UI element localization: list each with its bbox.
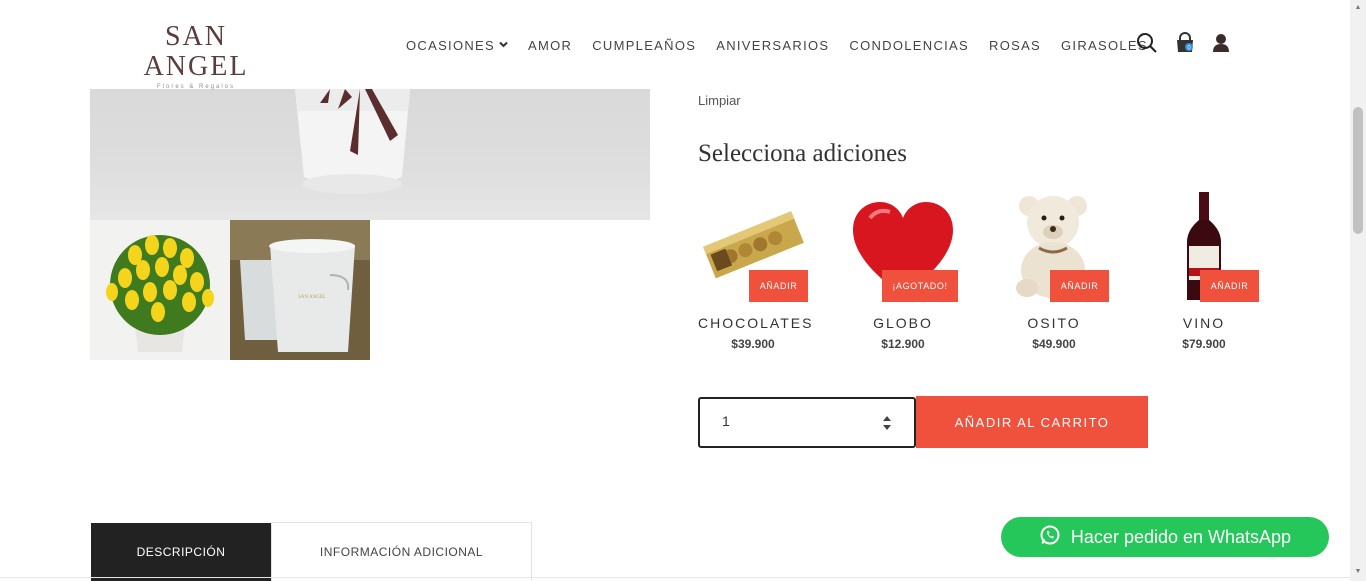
main-nav: OCASIONES AMOR CUMPLEAÑOS ANIVERSARIOS C… bbox=[406, 38, 1168, 53]
whatsapp-icon bbox=[1039, 524, 1061, 551]
nav-item-girasoles[interactable]: GIRASOLES bbox=[1061, 38, 1148, 53]
addon-add-button-osito[interactable]: AÑADIR bbox=[1050, 270, 1109, 302]
user-icon[interactable] bbox=[1210, 32, 1232, 54]
nav-item-rosas[interactable]: ROSAS bbox=[989, 38, 1041, 53]
addon-add-button-vino[interactable]: AÑADIR bbox=[1200, 270, 1259, 302]
addon-item-globo: ¡AGOTADO! GLOBO $12.900 bbox=[848, 190, 978, 351]
chevron-down-icon bbox=[499, 40, 508, 51]
addon-name: OSITO bbox=[1027, 315, 1081, 331]
nav-item-ocasiones[interactable]: OCASIONES bbox=[406, 38, 508, 53]
logo-tagline: Flores & Regalos bbox=[156, 84, 236, 90]
product-page: SAN ANGEL Flores & Regalos OCASIONES AMO… bbox=[0, 0, 1366, 581]
spin-arrows-icon[interactable] bbox=[882, 414, 892, 432]
logo-text: SAN ANGEL bbox=[143, 21, 249, 82]
nav-item-label: OCASIONES bbox=[406, 38, 495, 53]
nav-item-cumpleanos[interactable]: CUMPLEAÑOS bbox=[592, 38, 696, 53]
search-icon[interactable] bbox=[1136, 32, 1158, 54]
addon-item-chocolates: AÑADIR CHOCOLATES $39.900 bbox=[698, 190, 828, 351]
shopping-bag-icon[interactable]: 0 bbox=[1174, 32, 1196, 54]
nav-item-condolencias[interactable]: CONDOLENCIAS bbox=[849, 38, 969, 53]
quantity-value: 1 bbox=[722, 413, 730, 429]
addon-image-chocolates[interactable]: AÑADIR bbox=[698, 190, 808, 302]
addon-price: $39.900 bbox=[731, 337, 775, 351]
addon-image-globo[interactable]: ¡AGOTADO! bbox=[848, 190, 958, 302]
addon-name: GLOBO bbox=[873, 315, 933, 331]
whatsapp-label: Hacer pedido en WhatsApp bbox=[1070, 526, 1292, 547]
whatsapp-order-button[interactable]: Hacer pedido en WhatsApp bbox=[1001, 517, 1329, 557]
addon-sold-out-button-globo[interactable]: ¡AGOTADO! bbox=[882, 270, 958, 302]
tab-informacion-adicional[interactable]: INFORMACIÓN ADICIONAL bbox=[271, 522, 532, 581]
divider bbox=[0, 577, 1350, 578]
nav-item-amor[interactable]: AMOR bbox=[528, 38, 572, 53]
svg-text:SAN ANGEL: SAN ANGEL bbox=[298, 295, 326, 300]
addon-name: VINO bbox=[1182, 315, 1226, 331]
addon-item-vino: AÑADIR VINO $79.900 bbox=[1149, 190, 1279, 351]
nav-item-aniversarios[interactable]: ANIVERSARIOS bbox=[716, 38, 829, 53]
page-scrollbar[interactable]: ▲ ▼ bbox=[1350, 0, 1366, 581]
scroll-up-icon[interactable]: ▲ bbox=[1354, 4, 1362, 12]
product-thumbnail-2[interactable]: SAN ANGEL bbox=[230, 220, 370, 360]
addon-price: $49.900 bbox=[1032, 337, 1076, 351]
addon-name: CHOCOLATES bbox=[698, 315, 814, 331]
tab-descripcion[interactable]: DESCRIPCIÓN bbox=[91, 523, 271, 581]
scroll-down-icon[interactable]: ▼ bbox=[1354, 568, 1362, 576]
product-main-image[interactable] bbox=[90, 89, 650, 220]
addon-price: $79.900 bbox=[1182, 337, 1226, 351]
quantity-stepper[interactable]: 1 bbox=[698, 397, 916, 448]
site-header: SAN ANGEL Flores & Regalos OCASIONES AMO… bbox=[0, 0, 1350, 91]
addon-image-vino[interactable]: AÑADIR bbox=[1149, 190, 1259, 302]
addon-item-osito: AÑADIR OSITO $49.900 bbox=[999, 190, 1129, 351]
addon-price: $12.900 bbox=[881, 337, 925, 351]
add-to-cart-button[interactable]: AÑADIR AL CARRITO bbox=[916, 396, 1148, 448]
clear-selection-link[interactable]: Limpiar bbox=[698, 93, 741, 108]
scrollbar-thumb[interactable] bbox=[1353, 107, 1363, 234]
addon-image-osito[interactable]: AÑADIR bbox=[999, 190, 1109, 302]
product-thumbnail-1[interactable] bbox=[90, 220, 230, 360]
logo[interactable]: SAN ANGEL Flores & Regalos bbox=[112, 21, 280, 91]
addon-add-button-chocolates[interactable]: AÑADIR bbox=[749, 270, 808, 302]
addons-title: Selecciona adiciones bbox=[698, 140, 907, 167]
